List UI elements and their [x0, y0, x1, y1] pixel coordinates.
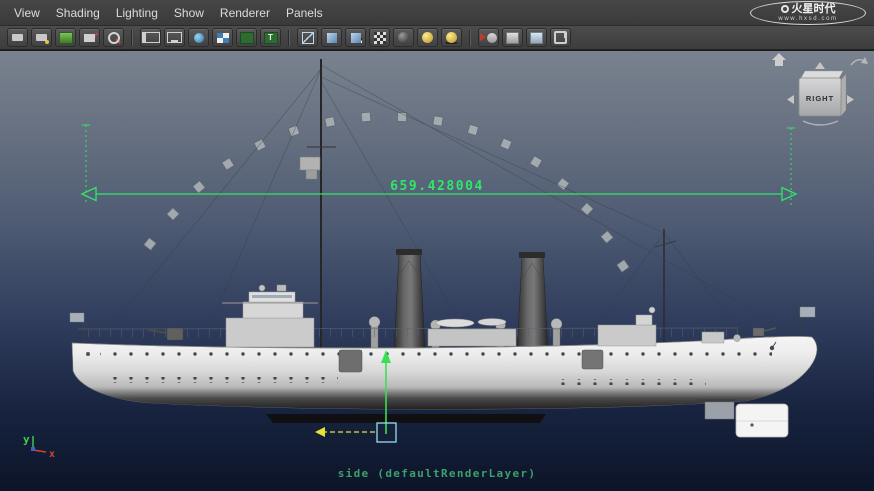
- menu-show[interactable]: Show: [166, 2, 212, 24]
- field-chart-icon[interactable]: [212, 28, 233, 47]
- resolution-gate-icon[interactable]: [164, 28, 185, 47]
- camera-attributes-icon[interactable]: [31, 28, 52, 47]
- keel-bar: [266, 414, 546, 423]
- measure-arrow-right: [781, 186, 798, 202]
- plug-icon[interactable]: [550, 28, 571, 47]
- z-axis-dot: [31, 447, 35, 451]
- smooth-shade-icon[interactable]: [321, 28, 342, 47]
- menu-shading[interactable]: Shading: [48, 2, 108, 24]
- measurement-value[interactable]: 659.428004: [390, 179, 484, 194]
- 2d-pan-zoom-icon[interactable]: [103, 28, 124, 47]
- cube-roll-arc[interactable]: [802, 120, 839, 126]
- image-plane-icon[interactable]: [79, 28, 100, 47]
- deckhouses-and-boats: [427, 306, 741, 347]
- toolbar-separator: [131, 29, 133, 46]
- xray-joints-icon[interactable]: [526, 28, 547, 47]
- casemate-fore: [338, 349, 363, 373]
- panel-menu-bar: View Shading Lighting Show Renderer Pane…: [0, 0, 874, 26]
- toolbar-separator: [288, 29, 290, 46]
- viewport[interactable]: 659.428004 RIGHT y x side (defaultRender…: [0, 50, 874, 491]
- menu-view[interactable]: View: [6, 2, 48, 24]
- planet-ring-icon: [780, 5, 789, 13]
- y-axis-label: y: [23, 433, 30, 446]
- view-label: side (defaultRenderLayer): [337, 467, 537, 480]
- axis-indicator: y x: [23, 433, 55, 460]
- cube-arrow-left[interactable]: [787, 95, 794, 104]
- brand-website: www.hxsd.com: [778, 15, 838, 22]
- use-default-material-icon[interactable]: [369, 28, 390, 47]
- all-lights-icon[interactable]: [441, 28, 462, 47]
- viewport-canvas: 659.428004 RIGHT y x: [23, 53, 868, 460]
- select-camera-icon[interactable]: [7, 28, 28, 47]
- manipulator-x-arrow[interactable]: [315, 427, 325, 437]
- menu-lighting[interactable]: Lighting: [108, 2, 166, 24]
- brand-logo-row: 火星时代: [780, 2, 836, 15]
- home-icon[interactable]: [772, 53, 786, 60]
- safe-title-icon[interactable]: [260, 28, 281, 47]
- wireframe-icon[interactable]: [297, 28, 318, 47]
- cube-arrow-right[interactable]: [847, 95, 854, 104]
- panel-toolbar: [0, 26, 874, 50]
- curve-cv-markers[interactable]: [143, 111, 630, 273]
- default-light-icon[interactable]: [417, 28, 438, 47]
- distance-measurement[interactable]: 659.428004: [80, 124, 798, 205]
- cube-arrow-up[interactable]: [815, 62, 825, 69]
- gate-mask-icon[interactable]: [188, 28, 209, 47]
- brand-name: 火星时代: [791, 2, 836, 15]
- bridge-superstructure[interactable]: [222, 284, 318, 348]
- isolate-select-icon[interactable]: [478, 28, 499, 47]
- menu-renderer[interactable]: Renderer: [212, 2, 278, 24]
- fore-mast[interactable]: [299, 59, 336, 351]
- bookmarks-icon[interactable]: [55, 28, 76, 47]
- maya-window: View Shading Lighting Show Renderer Pane…: [0, 0, 874, 491]
- brand-logo: 火星时代 www.hxsd.com: [750, 0, 866, 25]
- stern-appendage[interactable]: [698, 399, 789, 438]
- xray-icon[interactable]: [502, 28, 523, 47]
- ship-model[interactable]: [60, 59, 830, 438]
- casemate-aft: [581, 349, 604, 370]
- film-gate-icon[interactable]: [140, 28, 161, 47]
- cube-top-face[interactable]: [800, 70, 844, 79]
- view-cube[interactable]: RIGHT: [772, 53, 868, 126]
- measure-arrow-left: [80, 186, 97, 202]
- textured-icon[interactable]: [345, 28, 366, 47]
- x-axis-label: x: [49, 449, 55, 460]
- cube-side-face[interactable]: [840, 73, 847, 117]
- safe-action-icon[interactable]: [236, 28, 257, 47]
- menu-panels[interactable]: Panels: [278, 2, 331, 24]
- cube-face-label[interactable]: RIGHT: [806, 94, 834, 103]
- no-lights-icon[interactable]: [393, 28, 414, 47]
- rigging-lines: [99, 64, 791, 342]
- home-icon-body[interactable]: [775, 60, 783, 66]
- toolbar-separator: [469, 29, 471, 46]
- stern-crest: [86, 352, 90, 356]
